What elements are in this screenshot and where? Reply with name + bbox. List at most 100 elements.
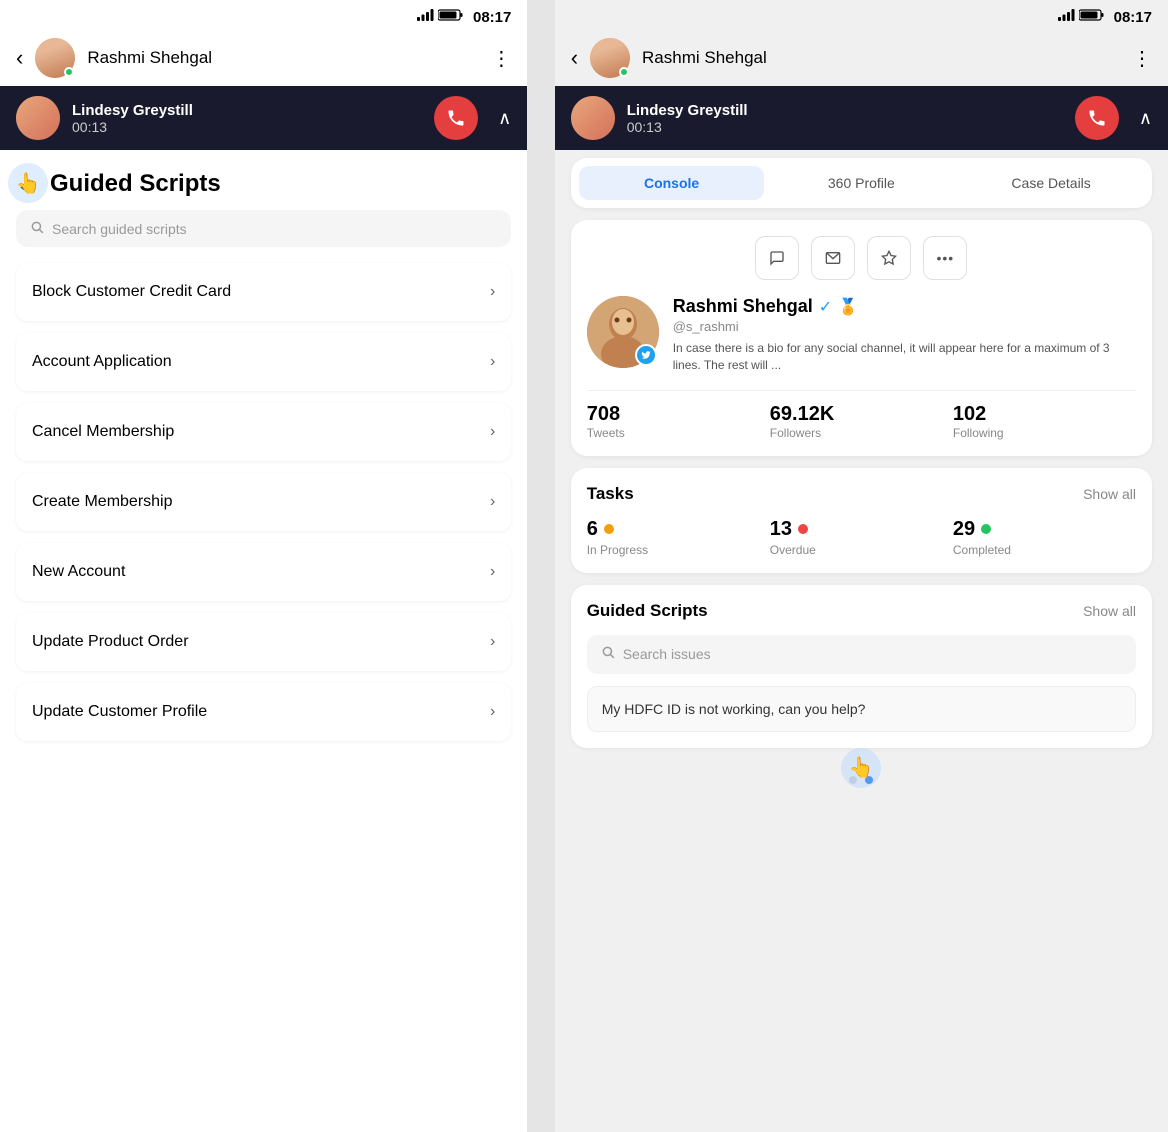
- left-expand-button[interactable]: ∧: [498, 108, 511, 129]
- left-contact-name: Rashmi Shehgal: [87, 48, 479, 68]
- following-count: 102: [953, 403, 1136, 426]
- script-item-create-membership[interactable]: Create Membership ›: [16, 473, 511, 531]
- left-time: 08:17: [473, 9, 511, 26]
- left-caller-name: Lindesy Greystill: [72, 102, 422, 119]
- tasks-card: Tasks Show all 6 In Progress 13 Overd: [571, 468, 1152, 573]
- profile-handle: @s_rashmi: [673, 319, 1136, 334]
- script-item-label: New Account: [32, 563, 125, 581]
- left-online-indicator: [64, 67, 74, 77]
- verified-badge: ✓: [819, 297, 832, 317]
- overdue-count: 13: [770, 518, 792, 541]
- battery-icon: [438, 8, 463, 26]
- task-completed-row: 29: [953, 518, 1136, 541]
- profile-card: •••: [571, 220, 1152, 456]
- profile-avatar-wrap: [587, 296, 659, 368]
- chevron-right-icon: ›: [490, 353, 495, 371]
- stat-following: 102 Following: [953, 403, 1136, 440]
- script-item-block-credit-card[interactable]: Block Customer Credit Card ›: [16, 263, 511, 321]
- stat-tweets: 708 Tweets: [587, 403, 770, 440]
- profile-action-icons: •••: [587, 236, 1136, 280]
- chevron-right-icon: ›: [490, 703, 495, 721]
- left-top-nav: ‹ Rashmi Shehgal ⋮: [0, 30, 527, 86]
- right-search-icon: [601, 645, 615, 664]
- right-end-call-button[interactable]: [1075, 96, 1119, 140]
- right-contact-avatar: [590, 38, 630, 78]
- left-search-placeholder: Search guided scripts: [52, 221, 187, 237]
- left-page-back-button[interactable]: ←: [16, 171, 38, 197]
- left-phone-screen: 08:17 ‹ Rashmi Shehgal ⋮ Lindesy Greysti…: [0, 0, 527, 1132]
- right-top-nav: ‹ Rashmi Shehgal ⋮: [555, 30, 1168, 86]
- completed-dot: [981, 524, 991, 534]
- script-item-cancel-membership[interactable]: Cancel Membership ›: [16, 403, 511, 461]
- script-item-update-product-order[interactable]: Update Product Order ›: [16, 613, 511, 671]
- right-back-button[interactable]: ‹: [571, 45, 578, 71]
- left-contact-avatar: [35, 38, 75, 78]
- right-expand-button[interactable]: ∧: [1139, 108, 1152, 129]
- right-caller-name: Lindesy Greystill: [627, 102, 1063, 119]
- right-contact-name: Rashmi Shehgal: [642, 48, 1120, 68]
- left-page-header: ← 👆 Guided Scripts: [0, 150, 527, 210]
- right-caller-avatar: [571, 96, 615, 140]
- script-item-label: Account Application: [32, 353, 172, 371]
- left-more-button[interactable]: ⋮: [491, 46, 511, 71]
- left-caller-avatar: [16, 96, 60, 140]
- script-suggestion[interactable]: My HDFC ID is not working, can you help?: [587, 686, 1136, 732]
- script-item-label: Update Product Order: [32, 633, 189, 651]
- left-script-list: Block Customer Credit Card › Account App…: [0, 263, 527, 741]
- tasks-card-header: Tasks Show all: [587, 484, 1136, 504]
- left-back-button[interactable]: ‹: [16, 45, 23, 71]
- right-scripts-search[interactable]: Search issues: [587, 635, 1136, 674]
- tab-case-details[interactable]: Case Details: [958, 166, 1144, 200]
- tabs-container: Console 360 Profile Case Details: [571, 158, 1152, 208]
- left-caller-info: Lindesy Greystill 00:13: [72, 102, 422, 135]
- chevron-right-icon: ›: [490, 283, 495, 301]
- script-item-update-customer-profile[interactable]: Update Customer Profile ›: [16, 683, 511, 741]
- right-guided-scripts-card: Guided Scripts Show all Search issues My…: [571, 585, 1152, 748]
- in-progress-count: 6: [587, 518, 598, 541]
- left-status-icons: 08:17: [417, 8, 511, 26]
- guided-scripts-show-all[interactable]: Show all: [1083, 603, 1136, 619]
- tab-360-profile[interactable]: 360 Profile: [768, 166, 954, 200]
- left-search-icon: [30, 220, 44, 237]
- right-status-icons: 08:17: [1058, 8, 1152, 26]
- profile-info-row: Rashmi Shehgal ✓ 🏅 @s_rashmi In case the…: [587, 296, 1136, 374]
- script-item-label: Block Customer Credit Card: [32, 283, 231, 301]
- profile-bio: In case there is a bio for any social ch…: [673, 340, 1136, 374]
- script-item-account-application[interactable]: Account Application ›: [16, 333, 511, 391]
- profile-name: Rashmi Shehgal: [673, 296, 813, 317]
- tab-console[interactable]: Console: [579, 166, 765, 200]
- task-in-progress: 6 In Progress: [587, 518, 770, 557]
- twitter-badge: [635, 344, 657, 366]
- chevron-right-icon: ›: [490, 493, 495, 511]
- task-in-progress-row: 6: [587, 518, 770, 541]
- right-caller-info: Lindesy Greystill 00:13: [627, 102, 1063, 135]
- email-action-button[interactable]: [811, 236, 855, 280]
- trophy-badge: 🏅: [838, 297, 858, 317]
- script-item-new-account[interactable]: New Account ›: [16, 543, 511, 601]
- overdue-dot: [798, 524, 808, 534]
- right-signal-icon: [1058, 8, 1075, 26]
- guided-scripts-title: Guided Scripts: [587, 601, 708, 621]
- overdue-label: Overdue: [770, 543, 953, 557]
- left-search-bar[interactable]: Search guided scripts: [16, 210, 511, 247]
- right-more-button[interactable]: ⋮: [1132, 46, 1152, 71]
- task-overdue: 13 Overdue: [770, 518, 953, 557]
- left-page-title: Guided Scripts: [50, 170, 221, 198]
- chevron-right-icon: ›: [490, 633, 495, 651]
- pin-action-button[interactable]: [867, 236, 911, 280]
- tweets-count: 708: [587, 403, 770, 426]
- followers-label: Followers: [770, 426, 953, 440]
- tasks-show-all[interactable]: Show all: [1083, 486, 1136, 502]
- following-label: Following: [953, 426, 1136, 440]
- screens-gap: [527, 0, 554, 1132]
- task-completed: 29 Completed: [953, 518, 1136, 557]
- script-item-label: Cancel Membership: [32, 423, 174, 441]
- left-call-timer: 00:13: [72, 119, 422, 135]
- more-action-button[interactable]: •••: [923, 236, 967, 280]
- left-end-call-button[interactable]: [434, 96, 478, 140]
- right-phone-screen: 08:17 ‹ Rashmi Shehgal ⋮ Lindesy Greysti…: [555, 0, 1168, 1132]
- completed-count: 29: [953, 518, 975, 541]
- bottom-area: 👆: [555, 760, 1168, 792]
- message-action-button[interactable]: [755, 236, 799, 280]
- left-call-banner: Lindesy Greystill 00:13 ∧: [0, 86, 527, 150]
